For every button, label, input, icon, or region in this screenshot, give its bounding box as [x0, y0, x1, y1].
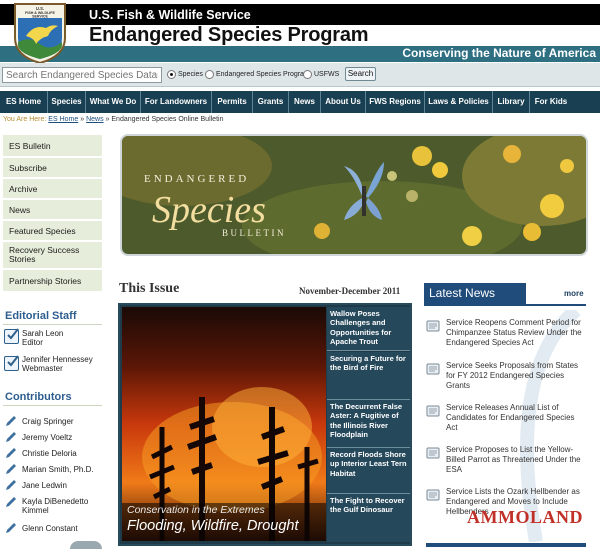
sidebar-item-featured-species[interactable]: Featured Species	[3, 221, 102, 242]
nav-species[interactable]: Species	[48, 91, 86, 113]
pencil-icon	[6, 432, 16, 442]
contributor-name: Glenn Constant	[22, 524, 78, 533]
contributor-name: Jeremy Voeltz	[22, 433, 73, 442]
pencil-icon	[6, 416, 16, 426]
editorial-staff-heading: Editorial Staff	[5, 310, 77, 322]
news-icon	[426, 447, 440, 459]
nav-laws-policies[interactable]: Laws & Policies	[425, 91, 493, 113]
news-item[interactable]: Service Proposes to List the Yellow-Bill…	[446, 445, 586, 475]
scroll-thumb[interactable]	[70, 541, 102, 549]
nav-what-we-do[interactable]: What We Do	[86, 91, 141, 113]
nav-fws-regions[interactable]: FWS Regions	[366, 91, 425, 113]
contributor-name: Jane Ledwin	[22, 481, 67, 490]
issue-story[interactable]: The Decurrent False Aster: A Fugitive of…	[327, 400, 410, 448]
checkmark-icon	[7, 355, 19, 367]
news-icon	[426, 320, 440, 332]
sidebar-item-archive[interactable]: Archive	[3, 179, 102, 200]
nav-for-kids[interactable]: For Kids	[530, 91, 572, 113]
breadcrumb-news[interactable]: News	[86, 116, 104, 123]
nav-news[interactable]: News	[289, 91, 321, 113]
news-icon	[426, 363, 440, 375]
pencil-icon	[6, 464, 16, 474]
search-button[interactable]: Search	[345, 67, 376, 81]
breadcrumb: You Are Here: ES Home » News » Endangere…	[3, 116, 223, 123]
more-link[interactable]: more	[564, 289, 584, 298]
nav-grants[interactable]: Grants	[253, 91, 289, 113]
sidebar-item-partnership-stories[interactable]: Partnership Stories	[3, 270, 102, 293]
watermark: AMMOLAND	[467, 507, 583, 527]
staff-name: Sarah Leon	[22, 329, 64, 338]
feature-title[interactable]: Flooding, Wildfire, Drought	[127, 518, 299, 534]
contributor-name: Kayla DiBenedetto Kimmel	[22, 497, 89, 515]
program-title[interactable]: Endangered Species Program	[89, 24, 369, 47]
banner-line1: ENDANGERED	[144, 173, 249, 185]
this-issue-heading: This Issue	[119, 281, 180, 296]
nav-about-us[interactable]: About Us	[321, 91, 366, 113]
staff-name: Jennifer Hennessey	[22, 355, 93, 364]
issue-story[interactable]: The Fight to Recover the Gulf Dinosaur	[327, 494, 410, 542]
nav-library[interactable]: Library	[493, 91, 530, 113]
nav-permits[interactable]: Permits	[212, 91, 253, 113]
news-item[interactable]: Service Releases Annual List of Candidat…	[446, 403, 586, 433]
news-item[interactable]: Service Reopens Comment Period for Chimp…	[446, 318, 586, 348]
breadcrumb-current: Endangered Species Online Bulletin	[111, 116, 224, 123]
banner-line3: BULLETIN	[222, 228, 286, 238]
breadcrumb-es-home[interactable]: ES Home	[48, 116, 78, 123]
latest-news-heading: Latest News	[424, 283, 526, 304]
radio-es-program-label: Endangered Species Program	[216, 71, 310, 78]
divider	[3, 405, 102, 406]
pencil-icon	[6, 448, 16, 458]
news-icon	[426, 405, 440, 417]
issue-story[interactable]: Securing a Future for the Bird of Fire	[327, 352, 410, 400]
agency-name: U.S. Fish & Wildlife Service	[89, 8, 251, 22]
pencil-icon	[6, 523, 16, 533]
issue-story[interactable]: Record Floods Shore up Interior Least Te…	[327, 448, 410, 494]
news-item[interactable]: Service Seeks Proposals from States for …	[446, 361, 586, 391]
nav-for-landowners[interactable]: For Landowners	[141, 91, 212, 113]
pencil-icon	[6, 497, 16, 507]
banner-line2: Species	[152, 189, 266, 231]
contributor-name: Craig Springer	[22, 417, 74, 426]
nav-es-home[interactable]: ES Home	[0, 91, 48, 113]
contributors-heading: Contributors	[5, 391, 72, 403]
contributor-name: Christie Deloria	[22, 449, 77, 458]
sidebar-item-recovery-success-stories[interactable]: Recovery Success Stories	[3, 242, 102, 270]
pencil-icon	[6, 480, 16, 490]
search-input[interactable]	[2, 67, 162, 83]
contributor-name: Marian Smith, Ph.D.	[22, 465, 94, 474]
sidebar-item-subscribe[interactable]: Subscribe	[3, 158, 102, 179]
feature-caption: Conservation in the Extremes	[127, 504, 265, 516]
breadcrumb-prefix: You Are Here:	[3, 116, 47, 123]
staff-role: Editor	[22, 338, 43, 347]
staff-role: Webmaster	[22, 364, 63, 373]
radio-species[interactable]	[167, 70, 176, 79]
radio-usfws[interactable]	[303, 70, 312, 79]
checkmark-icon	[7, 328, 19, 340]
sidebar-item-news[interactable]: News	[3, 200, 102, 221]
radio-es-program[interactable]	[205, 70, 214, 79]
bulletin-banner: ENDANGERED Species BULLETIN	[120, 134, 588, 256]
issue-date: November-December 2011	[299, 286, 401, 296]
breadcrumb-separator: »	[80, 116, 85, 123]
main-nav: ES Home Species What We Do For Landowner…	[0, 91, 600, 113]
divider	[3, 324, 102, 325]
sidebar-item-es-bulletin[interactable]: ES Bulletin	[3, 135, 102, 158]
issue-story[interactable]: Wallow Poses Challenges and Opportunitie…	[327, 307, 410, 351]
tagline: Conserving the Nature of America	[402, 46, 596, 60]
latest-news-underline	[424, 304, 586, 306]
news-icon	[426, 489, 440, 501]
logo-text-3: SERVICE	[32, 15, 48, 19]
fws-logo[interactable]: U.S. FISH & WILDLIFE SERVICE	[12, 2, 68, 64]
radio-usfws-label: USFWS	[314, 71, 340, 78]
breadcrumb-separator: »	[105, 116, 110, 123]
latest-news-bottom-rule	[426, 543, 586, 547]
radio-species-label: Species	[178, 71, 203, 78]
